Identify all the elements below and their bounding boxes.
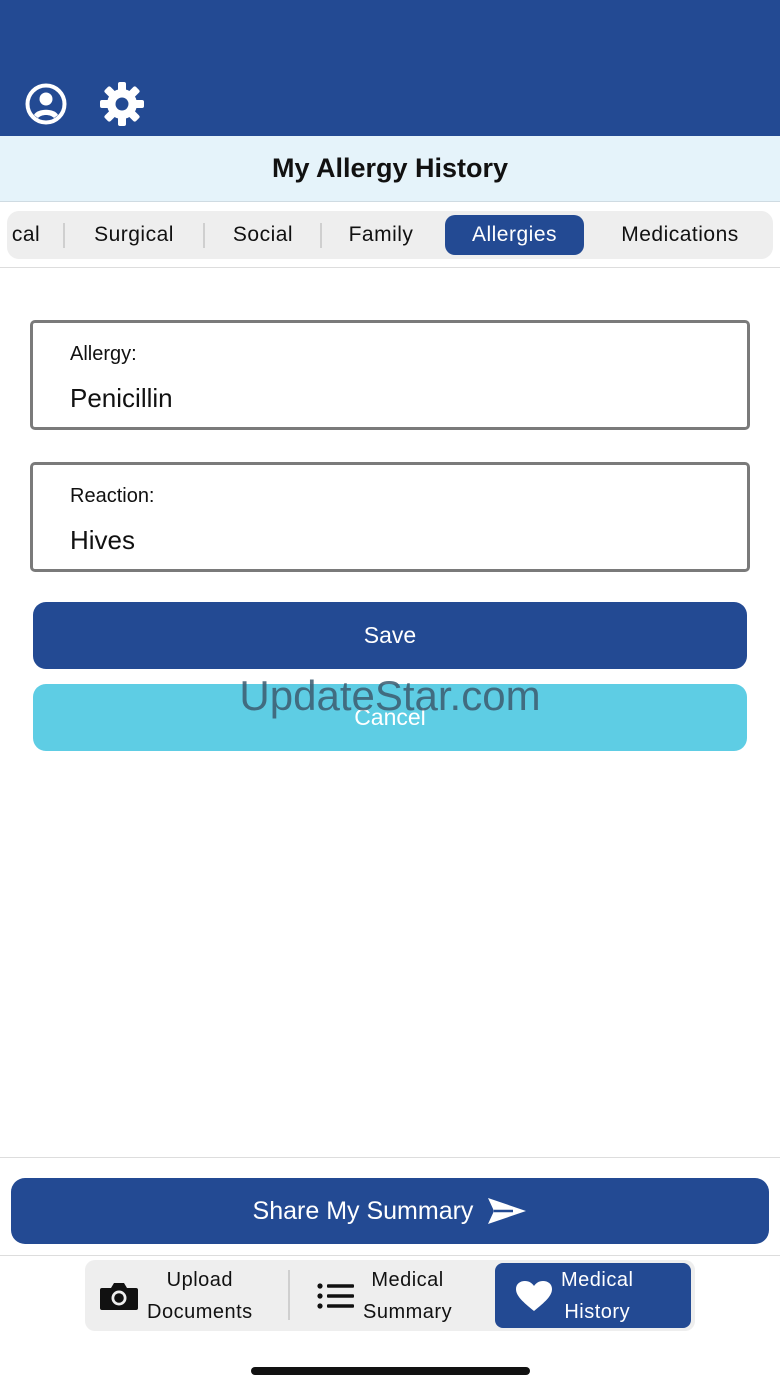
tab-divider	[320, 223, 322, 248]
top-app-bar	[0, 0, 780, 136]
nav-history-line1: Medical	[561, 1268, 634, 1291]
nav-summary-line1: Medical	[371, 1268, 444, 1291]
nav-upload-line2: Documents	[147, 1300, 253, 1323]
save-button-label: Save	[363, 622, 417, 648]
tab-divider	[203, 223, 205, 248]
nav-upload-line1: Upload	[166, 1268, 234, 1291]
user-circle-icon	[25, 83, 67, 125]
bottom-nav: Upload Documents Medical Summary Medical…	[85, 1260, 695, 1331]
nav-summary-label: Medical Summary	[363, 1264, 452, 1328]
allergy-input[interactable]: Penicillin	[70, 383, 173, 414]
nav-medical-summary[interactable]: Medical Summary	[317, 1263, 477, 1328]
allergy-label: Allergy:	[70, 343, 137, 365]
tab-allergies[interactable]: Allergies	[445, 215, 584, 255]
allergy-field[interactable]: Allergy: Penicillin	[30, 320, 750, 430]
cancel-button[interactable]: Cancel	[33, 684, 747, 751]
save-button[interactable]: Save	[33, 602, 747, 669]
history-tabs: cal Surgical Social Family Allergies Med…	[7, 211, 773, 259]
share-summary-label: Share My Summary	[252, 1196, 474, 1225]
gear-icon	[100, 82, 144, 126]
tabs-divider	[0, 267, 780, 268]
nav-upload-documents[interactable]: Upload Documents	[99, 1263, 291, 1328]
reaction-field[interactable]: Reaction: Hives	[30, 462, 750, 572]
nav-history-label: Medical History	[561, 1264, 633, 1328]
tab-family[interactable]: Family	[329, 215, 433, 255]
tab-surgical[interactable]: Surgical	[73, 215, 195, 255]
tab-social[interactable]: Social	[213, 215, 313, 255]
page-title-bar: My Allergy History	[0, 136, 780, 202]
home-indicator	[251, 1367, 530, 1375]
share-summary-button[interactable]: Share My Summary	[11, 1178, 769, 1244]
reaction-label: Reaction:	[70, 485, 155, 507]
footer-divider	[0, 1157, 780, 1158]
nav-summary-line2: Summary	[363, 1300, 453, 1323]
nav-history-line2: History	[564, 1300, 631, 1323]
camera-icon	[100, 1282, 138, 1310]
footer-divider	[0, 1255, 780, 1256]
nav-upload-label: Upload Documents	[147, 1264, 253, 1328]
profile-button[interactable]	[22, 80, 70, 128]
tab-medical[interactable]: cal	[7, 215, 45, 255]
heart-icon	[516, 1280, 552, 1311]
nav-divider	[288, 1270, 290, 1320]
nav-medical-history[interactable]: Medical History	[495, 1263, 691, 1328]
settings-button[interactable]	[98, 80, 146, 128]
list-icon	[317, 1282, 354, 1309]
cancel-button-label: Cancel	[354, 704, 426, 730]
tab-medications[interactable]: Medications	[597, 215, 763, 255]
tab-divider	[63, 223, 65, 248]
reaction-input[interactable]: Hives	[70, 525, 135, 556]
paper-plane-icon	[488, 1198, 527, 1224]
page-title: My Allergy History	[271, 153, 509, 183]
